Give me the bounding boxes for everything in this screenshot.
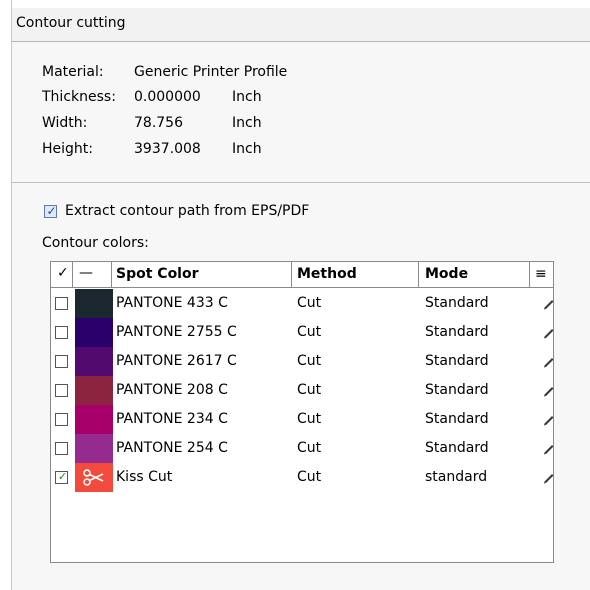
extract-contour-checkbox[interactable]: ✓ (44, 204, 57, 218)
contour-colors-label: Contour colors: (42, 235, 149, 251)
material-label: Material: (42, 64, 104, 80)
spot-color-name: PANTONE 2617 C (116, 353, 237, 369)
mode-value[interactable]: standard (425, 469, 487, 485)
column-divider (111, 262, 112, 287)
method-value[interactable]: Cut (297, 295, 321, 311)
checkmark-icon: ✓ (57, 470, 68, 483)
mode-value[interactable]: Standard (425, 295, 489, 311)
method-value[interactable]: Cut (297, 440, 321, 456)
width-label: Width: (42, 115, 88, 131)
extract-contour-label[interactable]: Extract contour path from EPS/PDF (65, 203, 309, 219)
scissors-icon (83, 469, 104, 486)
row-checkbox[interactable] (55, 384, 68, 397)
method-column-header[interactable]: Method (297, 266, 357, 282)
color-swatch (75, 347, 113, 376)
method-value[interactable]: Cut (297, 469, 321, 485)
thickness-unit: Inch (232, 89, 262, 105)
column-menu-icon[interactable]: ≡ (535, 266, 547, 282)
pencil-icon[interactable] (542, 326, 556, 340)
material-value: Generic Printer Profile (134, 64, 288, 80)
spot-color-name: Kiss Cut (116, 469, 173, 485)
table-row[interactable]: ✓ Kiss Cut Cut standard (51, 463, 556, 492)
table-row[interactable]: PANTONE 208 C Cut Standard (51, 376, 556, 405)
column-divider (418, 262, 419, 287)
width-value: 78.756 (134, 115, 183, 131)
pencil-icon[interactable] (542, 384, 556, 398)
color-swatch (75, 376, 113, 405)
section-divider (12, 182, 590, 183)
thickness-label: Thickness: (42, 89, 116, 105)
spot-color-name: PANTONE 208 C (116, 382, 228, 398)
height-unit: Inch (232, 141, 262, 157)
width-unit: Inch (232, 115, 262, 131)
table-row[interactable]: PANTONE 433 C Cut Standard (51, 289, 556, 318)
spot-color-name: PANTONE 234 C (116, 411, 228, 427)
section-title: Contour cutting (16, 15, 126, 31)
row-checkbox[interactable] (55, 355, 68, 368)
contour-colors-table: ✓ — Spot Color Method Mode ≡ PANTONE 433… (50, 261, 554, 563)
pencil-icon[interactable] (542, 297, 556, 311)
mode-value[interactable]: Standard (425, 353, 489, 369)
color-swatch (75, 434, 113, 463)
mode-value[interactable]: Standard (425, 440, 489, 456)
spot-color-column-header[interactable]: Spot Color (116, 266, 199, 282)
table-row[interactable]: PANTONE 254 C Cut Standard (51, 434, 556, 463)
color-swatch (75, 405, 113, 434)
row-checkbox[interactable] (55, 297, 68, 310)
swatch-column-header[interactable]: — (79, 265, 93, 281)
mode-value[interactable]: Standard (425, 411, 489, 427)
table-header: ✓ — Spot Color Method Mode ≡ (51, 262, 553, 288)
color-swatch (75, 289, 113, 318)
select-all-header[interactable]: ✓ (57, 265, 69, 281)
method-value[interactable]: Cut (297, 324, 321, 340)
height-value: 3937.008 (134, 141, 201, 157)
column-divider (529, 262, 530, 287)
mode-column-header[interactable]: Mode (425, 266, 468, 282)
method-value[interactable]: Cut (297, 353, 321, 369)
row-checkbox[interactable] (55, 442, 68, 455)
spot-color-name: PANTONE 254 C (116, 440, 228, 456)
method-value[interactable]: Cut (297, 411, 321, 427)
row-checkbox[interactable] (55, 326, 68, 339)
column-divider (291, 262, 292, 287)
row-checkbox[interactable]: ✓ (55, 470, 68, 484)
thickness-value: 0.000000 (134, 89, 201, 105)
checkmark-icon: ✓ (46, 204, 57, 218)
table-row[interactable]: PANTONE 2617 C Cut Standard (51, 347, 556, 376)
table-row[interactable]: PANTONE 2755 C Cut Standard (51, 318, 556, 347)
mode-value[interactable]: Standard (425, 324, 489, 340)
row-checkbox[interactable] (55, 413, 68, 426)
spot-color-name: PANTONE 433 C (116, 295, 228, 311)
color-swatch (75, 318, 113, 347)
pencil-icon[interactable] (542, 413, 556, 427)
pencil-icon[interactable] (542, 471, 556, 485)
mode-value[interactable]: Standard (425, 382, 489, 398)
color-swatch (75, 463, 113, 492)
column-divider (72, 262, 73, 287)
table-row[interactable]: PANTONE 234 C Cut Standard (51, 405, 556, 434)
spot-color-name: PANTONE 2755 C (116, 324, 237, 340)
height-label: Height: (42, 141, 93, 157)
pencil-icon[interactable] (542, 355, 556, 369)
pencil-icon[interactable] (542, 442, 556, 456)
method-value[interactable]: Cut (297, 382, 321, 398)
